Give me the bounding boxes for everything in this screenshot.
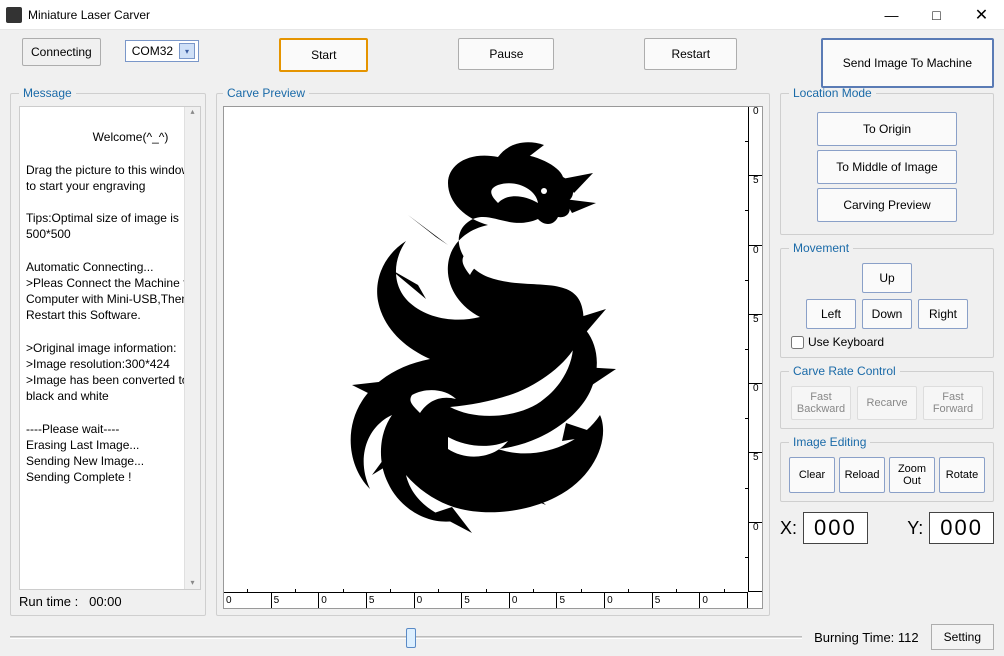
reload-button[interactable]: Reload [839, 457, 885, 493]
location-legend: Location Mode [789, 86, 876, 100]
message-group: Message Welcome(^_^) Drag the picture to… [10, 86, 206, 616]
recarve-button: Recarve [857, 386, 917, 420]
fast-forward-button: Fast Forward [923, 386, 983, 420]
use-keyboard-input[interactable] [791, 336, 804, 349]
movement-group: Movement Up Left Down Right Use Keyboard [780, 241, 994, 358]
runtime-value: 00:00 [89, 594, 122, 609]
app-icon [6, 7, 22, 23]
y-value: 000 [929, 512, 994, 544]
carve-rate-group: Carve Rate Control Fast Backward Recarve… [780, 364, 994, 429]
window-title: Miniature Laser Carver [28, 8, 869, 22]
maximize-button[interactable]: □ [914, 0, 959, 30]
message-text: Welcome(^_^) Drag the picture to this wi… [26, 130, 196, 484]
burning-time-label: Burning Time: 112 [814, 630, 919, 645]
send-image-button[interactable]: Send Image To Machine [821, 38, 994, 88]
slider-thumb[interactable] [406, 628, 416, 648]
move-down-button[interactable]: Down [862, 299, 912, 329]
port-select[interactable]: COM32 ▾ [125, 40, 199, 62]
preview-canvas[interactable]: 05050505050 0505050 [223, 106, 763, 609]
y-label: Y: [907, 518, 923, 539]
fast-backward-button: Fast Backward [791, 386, 851, 420]
bottom-bar: Burning Time: 112 Setting [10, 616, 994, 650]
message-log[interactable]: Welcome(^_^) Drag the picture to this wi… [19, 106, 201, 590]
image-editing-legend: Image Editing [789, 435, 870, 449]
ruler-vertical: 0505050 [748, 107, 762, 592]
carving-preview-button[interactable]: Carving Preview [817, 188, 957, 222]
burning-time-value: 112 [898, 630, 919, 645]
setting-button[interactable]: Setting [931, 624, 994, 650]
coordinates-display: X: 000 Y: 000 [780, 512, 994, 544]
message-legend: Message [19, 86, 76, 100]
to-origin-button[interactable]: To Origin [817, 112, 957, 146]
carve-rate-legend: Carve Rate Control [789, 364, 900, 378]
titlebar: Miniature Laser Carver — □ ✕ [0, 0, 1004, 30]
start-button[interactable]: Start [279, 38, 368, 72]
clear-button[interactable]: Clear [789, 457, 835, 493]
close-button[interactable]: ✕ [959, 0, 1004, 30]
dropdown-arrow-icon: ▾ [179, 43, 195, 59]
move-up-button[interactable]: Up [862, 263, 912, 293]
x-label: X: [780, 518, 797, 539]
image-editing-group: Image Editing Clear Reload Zoom Out Rota… [780, 435, 994, 502]
runtime-label: Run time : 00:00 [19, 590, 201, 609]
x-value: 000 [803, 512, 868, 544]
zoom-out-button[interactable]: Zoom Out [889, 457, 935, 493]
toolbar: Connecting COM32 ▾ Start Pause Restart S… [10, 38, 994, 84]
preview-group: Carve Preview [216, 86, 770, 616]
port-value: COM32 [132, 44, 173, 58]
rotate-button[interactable]: Rotate [939, 457, 985, 493]
connecting-button[interactable]: Connecting [22, 38, 101, 66]
scrollbar[interactable] [184, 107, 200, 589]
minimize-button[interactable]: — [869, 0, 914, 30]
location-mode-group: Location Mode To Origin To Middle of Ima… [780, 86, 994, 235]
pause-button[interactable]: Pause [458, 38, 554, 70]
use-keyboard-checkbox[interactable]: Use Keyboard [791, 335, 983, 349]
move-right-button[interactable]: Right [918, 299, 968, 329]
burning-time-slider[interactable] [10, 630, 802, 644]
preview-image [348, 137, 638, 537]
preview-legend: Carve Preview [223, 86, 309, 100]
side-panel: Location Mode To Origin To Middle of Ima… [780, 86, 994, 616]
restart-button[interactable]: Restart [644, 38, 737, 70]
movement-legend: Movement [789, 241, 853, 255]
ruler-horizontal: 05050505050 [224, 592, 748, 608]
to-middle-button[interactable]: To Middle of Image [817, 150, 957, 184]
move-left-button[interactable]: Left [806, 299, 856, 329]
